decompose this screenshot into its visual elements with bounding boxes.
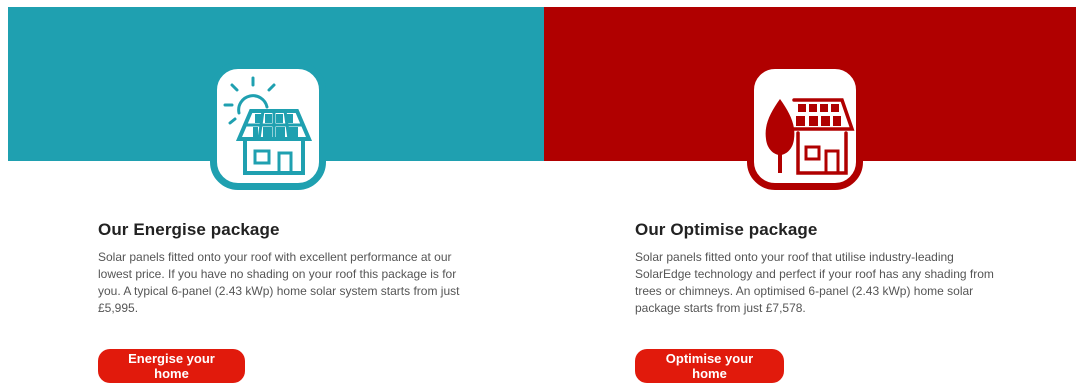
optimise-package-title: Our Optimise package bbox=[635, 220, 818, 239]
house-with-sun-solar-icon bbox=[223, 76, 313, 175]
energise-package-title: Our Energise package bbox=[98, 220, 280, 239]
energise-icon-tile bbox=[210, 62, 326, 190]
optimise-package-description: Solar panels fitted onto your roof that … bbox=[635, 250, 994, 315]
house-with-tree-solar-icon bbox=[765, 98, 855, 175]
energise-your-home-button[interactable]: Energise your home bbox=[98, 349, 245, 383]
optimise-icon-tile bbox=[747, 62, 863, 190]
optimise-package-card: Our Optimise package Solar panels fitted… bbox=[635, 220, 1005, 317]
energise-package-card: Our Energise package Solar panels fitted… bbox=[98, 220, 478, 317]
energise-package-description: Solar panels fitted onto your roof with … bbox=[98, 250, 460, 315]
optimise-your-home-button[interactable]: Optimise your home bbox=[635, 349, 784, 383]
